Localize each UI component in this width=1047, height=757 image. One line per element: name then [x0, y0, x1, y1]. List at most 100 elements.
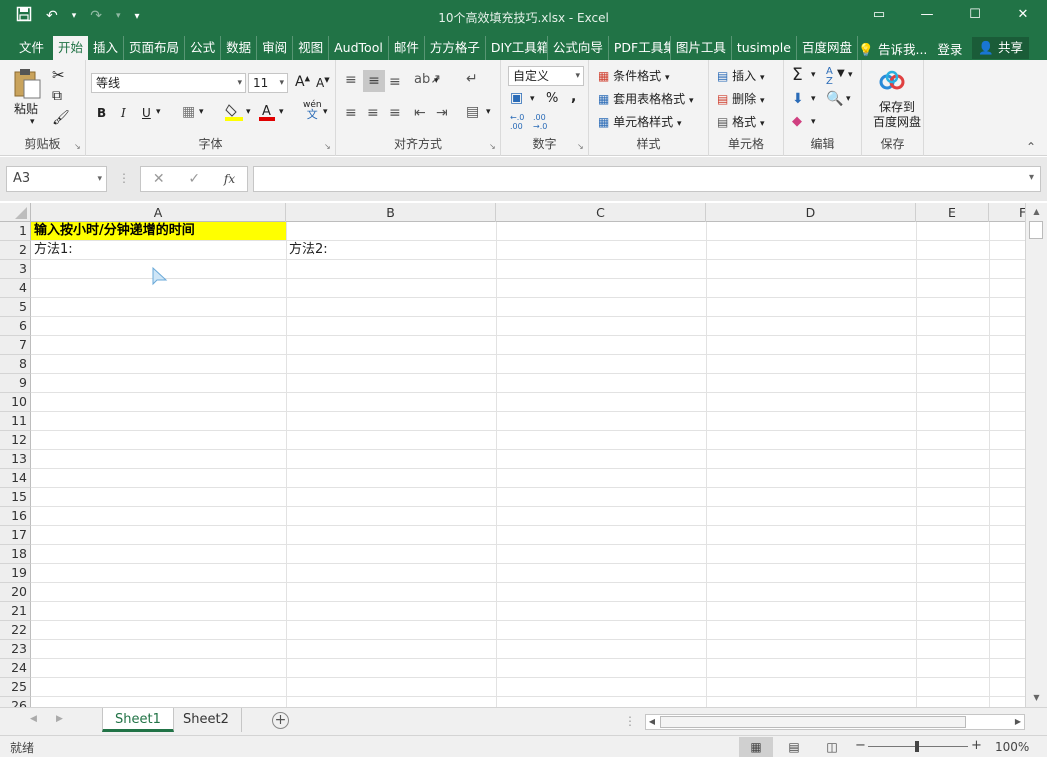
fill-color-dropdown-icon[interactable]: ▾ — [246, 107, 251, 117]
row-header[interactable]: 7 — [0, 336, 31, 355]
tab-mail[interactable]: 邮件 — [389, 36, 425, 60]
vertical-scrollbar[interactable]: ▲ ▼ — [1025, 203, 1047, 707]
fill-down-icon[interactable]: ⬇ — [792, 91, 804, 107]
insert-cells-button[interactable]: ▤ 插入 ▾ — [717, 67, 765, 84]
comma-button[interactable]: , — [571, 89, 576, 105]
fill-color-icon[interactable] — [225, 102, 243, 125]
tab-pdf-tools[interactable]: PDF工具集 — [609, 36, 671, 60]
format-as-table-button[interactable]: ▦ 套用表格格式 ▾ — [598, 90, 694, 107]
column-header-f[interactable]: F — [989, 203, 1025, 222]
row-header[interactable]: 11 — [0, 412, 31, 431]
row-header[interactable]: 3 — [0, 260, 31, 279]
alignment-launcher-icon[interactable]: ↘ — [489, 142, 496, 151]
percent-button[interactable]: % — [546, 91, 558, 106]
bold-button[interactable]: B — [97, 106, 106, 120]
cell-a1[interactable]: 输入按小时/分钟递增的时间 — [31, 222, 286, 240]
zoom-level[interactable]: 100% — [995, 740, 1029, 754]
row-header[interactable]: 2 — [0, 241, 31, 260]
phonetic-dropdown-icon[interactable]: ▾ — [323, 107, 328, 117]
font-launcher-icon[interactable]: ↘ — [324, 142, 331, 151]
paste-dropdown-icon[interactable]: ▾ — [30, 117, 35, 127]
add-sheet-icon[interactable]: + — [272, 712, 289, 729]
minimize-button[interactable]: — — [903, 0, 951, 30]
cut-icon[interactable]: ✂ — [52, 66, 65, 84]
page-layout-view-icon[interactable]: ▤ — [777, 737, 811, 757]
cancel-icon[interactable]: ✕ — [153, 171, 165, 187]
scroll-down-icon[interactable]: ▼ — [1026, 690, 1047, 706]
insert-function-icon[interactable]: fx — [224, 172, 235, 186]
delete-cells-button[interactable]: ▤ 删除 ▾ — [717, 90, 765, 107]
ribbon-display-options-icon[interactable]: ▭ — [855, 0, 903, 30]
select-all-button[interactable] — [0, 203, 31, 222]
row-header[interactable]: 21 — [0, 602, 31, 621]
filter-icon[interactable]: ▼ — [837, 68, 845, 79]
find-select-icon[interactable]: 🔍 — [826, 91, 843, 107]
autosum-icon[interactable]: Σ — [792, 65, 803, 85]
font-size-select[interactable]: 11 ▾ — [248, 73, 288, 93]
name-box[interactable]: A3 ▾ — [6, 166, 107, 192]
merge-dropdown-icon[interactable]: ▾ — [486, 107, 491, 117]
tell-me-box[interactable]: 💡 告诉我... — [858, 39, 927, 58]
accounting-format-icon[interactable]: ▣ — [510, 90, 523, 106]
tab-audtool[interactable]: AudTool — [329, 36, 389, 60]
column-header-e[interactable]: E — [916, 203, 989, 222]
row-header[interactable]: 6 — [0, 317, 31, 336]
sheet-tab-sheet2[interactable]: Sheet2 — [171, 708, 242, 732]
fill-dropdown-icon[interactable]: ▾ — [811, 94, 816, 104]
wrap-text-icon[interactable]: ↵ — [466, 71, 478, 87]
enter-icon[interactable]: ✓ — [188, 171, 200, 187]
row-header[interactable]: 18 — [0, 545, 31, 564]
scroll-up-icon[interactable]: ▲ — [1026, 204, 1047, 220]
paste-button[interactable]: 粘贴 — [14, 100, 38, 117]
column-header-c[interactable]: C — [496, 203, 706, 222]
row-header[interactable]: 23 — [0, 640, 31, 659]
column-header-d[interactable]: D — [706, 203, 916, 222]
number-launcher-icon[interactable]: ↘ — [577, 142, 584, 151]
tab-view[interactable]: 视图 — [293, 36, 330, 60]
copy-icon[interactable]: ⧉ — [52, 88, 62, 104]
align-top-icon[interactable]: ≡ — [345, 72, 357, 88]
horizontal-scroll-thumb[interactable] — [660, 716, 966, 728]
cell-styles-button[interactable]: ▦ 单元格样式 ▾ — [598, 113, 682, 130]
login-link[interactable]: 登录 — [937, 39, 962, 58]
border-icon[interactable]: ▦ — [182, 104, 195, 120]
tab-file[interactable]: 文件 — [10, 36, 53, 60]
row-header[interactable]: 14 — [0, 469, 31, 488]
format-cells-button[interactable]: ▤ 格式 ▾ — [717, 113, 765, 130]
baidu-cloud-icon[interactable] — [878, 70, 906, 95]
align-center-icon[interactable]: ≡ — [367, 105, 379, 121]
horizontal-scrollbar[interactable]: ◀ ▶ — [645, 714, 1025, 730]
underline-dropdown-icon[interactable]: ▾ — [156, 107, 161, 117]
row-header[interactable]: 16 — [0, 507, 31, 526]
decrease-decimal-icon[interactable]: .00 →.0 — [533, 113, 547, 131]
clear-icon[interactable]: ◆ — [792, 114, 802, 129]
scroll-right-icon[interactable]: ▶ — [1012, 715, 1024, 729]
tab-tusimple[interactable]: tusimple — [732, 36, 797, 60]
zoom-slider-thumb[interactable] — [915, 741, 919, 752]
sort-filter-icon[interactable]: AZ — [826, 66, 833, 87]
row-header[interactable]: 22 — [0, 621, 31, 640]
decrease-indent-icon[interactable]: ⇤ — [414, 105, 426, 121]
close-button[interactable]: ✕ — [999, 0, 1047, 30]
sort-dropdown-icon[interactable]: ▾ — [848, 70, 853, 80]
tab-review[interactable]: 审阅 — [257, 36, 294, 60]
collapse-ribbon-icon[interactable]: ⌃ — [1026, 140, 1036, 154]
align-left-icon[interactable]: ≡ — [345, 105, 357, 121]
conditional-format-button[interactable]: ▦ 条件格式 ▾ — [598, 67, 670, 84]
cell-b2[interactable]: 方法2: — [286, 241, 496, 259]
phonetic-icon[interactable]: wén 文 — [303, 100, 322, 121]
expand-formula-bar-icon[interactable]: ▾ — [1029, 172, 1034, 183]
row-header[interactable]: 15 — [0, 488, 31, 507]
next-sheet-icon[interactable]: ▶ — [56, 714, 63, 724]
increase-decimal-icon[interactable]: ←.0.00 — [510, 113, 524, 131]
tab-diy-tools[interactable]: DIY工具箱 — [486, 36, 548, 60]
row-header[interactable]: 24 — [0, 659, 31, 678]
tab-formula-wizard[interactable]: 公式向导 — [548, 36, 609, 60]
tab-data[interactable]: 数据 — [221, 36, 258, 60]
font-color-dropdown-icon[interactable]: ▾ — [279, 107, 284, 117]
formula-input[interactable]: ▾ — [253, 166, 1041, 192]
vertical-scroll-thumb[interactable] — [1029, 221, 1043, 239]
tab-formulas[interactable]: 公式 — [185, 36, 222, 60]
tab-baidu-netdisk[interactable]: 百度网盘 — [797, 36, 858, 60]
column-header-a[interactable]: A — [31, 203, 286, 222]
